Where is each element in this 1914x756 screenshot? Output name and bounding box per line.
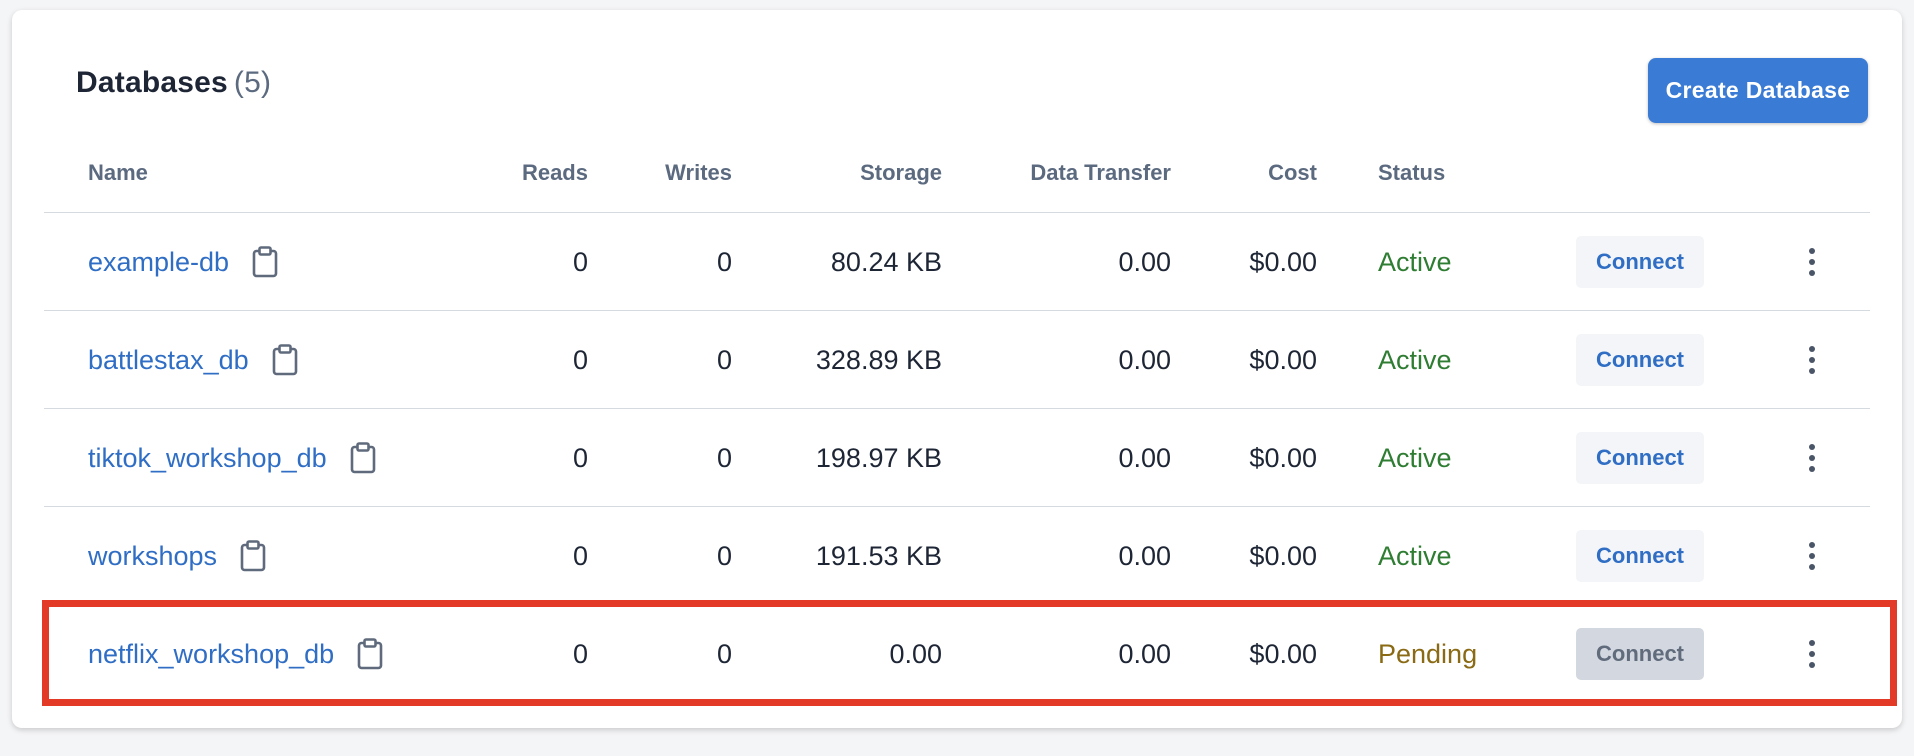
kebab-menu-icon[interactable] — [1800, 639, 1824, 669]
database-count: (5) — [233, 66, 272, 99]
database-name-link[interactable]: tiktok_workshop_db — [88, 409, 327, 507]
database-name-link[interactable]: battlestax_db — [88, 311, 249, 409]
storage-cell: 198.97 KB — [815, 443, 942, 473]
reads-cell: 0 — [572, 345, 588, 375]
reads-cell: 0 — [572, 443, 588, 473]
column-header-name[interactable]: Name — [88, 160, 148, 186]
reads-cell: 0 — [572, 639, 588, 669]
name-cell: battlestax_db — [88, 311, 299, 409]
table-row: battlestax_db 0 0 328.89 KB 0.00 $0.00 A… — [44, 311, 1870, 409]
database-name-link[interactable]: netflix_workshop_db — [88, 605, 334, 703]
name-cell: workshops — [88, 507, 267, 605]
name-cell: tiktok_workshop_db — [88, 409, 377, 507]
status-badge: Active — [1378, 247, 1452, 277]
writes-cell: 0 — [716, 443, 732, 473]
writes-cell: 0 — [716, 639, 732, 669]
connect-button[interactable]: Connect — [1576, 530, 1704, 582]
table-header: Name Reads Writes Storage Data Transfer … — [44, 140, 1870, 213]
cost-cell: $0.00 — [1249, 345, 1317, 375]
writes-cell: 0 — [716, 541, 732, 571]
clipboard-icon[interactable] — [271, 344, 299, 376]
name-cell: netflix_workshop_db — [88, 605, 384, 703]
table-row: workshops 0 0 191.53 KB 0.00 $0.00 Activ… — [44, 507, 1870, 605]
kebab-menu-icon[interactable] — [1800, 345, 1824, 375]
cost-cell: $0.00 — [1249, 443, 1317, 473]
database-name-link[interactable]: example-db — [88, 213, 229, 311]
cost-cell: $0.00 — [1249, 639, 1317, 669]
column-header-cost[interactable]: Cost — [1268, 160, 1317, 186]
connect-button[interactable]: Connect — [1576, 432, 1704, 484]
status-badge: Active — [1378, 345, 1452, 375]
column-header-storage[interactable]: Storage — [860, 160, 942, 186]
reads-cell: 0 — [572, 247, 588, 277]
data-transfer-cell: 0.00 — [1118, 345, 1171, 375]
status-badge: Active — [1378, 443, 1452, 473]
column-header-writes[interactable]: Writes — [665, 160, 732, 186]
databases-card: Databases (5) Create Database Name Reads … — [12, 10, 1902, 728]
column-header-data-transfer[interactable]: Data Transfer — [1030, 160, 1171, 186]
reads-cell: 0 — [572, 541, 588, 571]
writes-cell: 0 — [716, 247, 732, 277]
connect-button[interactable]: Connect — [1576, 628, 1704, 680]
table-row: example-db 0 0 80.24 KB 0.00 $0.00 Activ… — [44, 213, 1870, 311]
data-transfer-cell: 0.00 — [1118, 541, 1171, 571]
clipboard-icon[interactable] — [349, 442, 377, 474]
storage-cell: 80.24 KB — [830, 247, 942, 277]
data-transfer-cell: 0.00 — [1118, 247, 1171, 277]
page-title-text: Databases — [76, 66, 228, 99]
status-badge: Pending — [1378, 639, 1478, 669]
storage-cell: 0.00 — [889, 639, 942, 669]
create-database-button[interactable]: Create Database — [1648, 58, 1868, 123]
page-title: Databases (5) — [76, 66, 271, 100]
storage-cell: 191.53 KB — [815, 541, 942, 571]
table-row: tiktok_workshop_db 0 0 198.97 KB 0.00 $0… — [44, 409, 1870, 507]
connect-button[interactable]: Connect — [1576, 236, 1704, 288]
storage-cell: 328.89 KB — [815, 345, 942, 375]
data-transfer-cell: 0.00 — [1118, 443, 1171, 473]
column-header-reads[interactable]: Reads — [522, 160, 588, 186]
data-transfer-cell: 0.00 — [1118, 639, 1171, 669]
table-row: netflix_workshop_db 0 0 0.00 0.00 $0.00 … — [44, 605, 1870, 703]
clipboard-icon[interactable] — [356, 638, 384, 670]
column-header-status[interactable]: Status — [1378, 160, 1445, 186]
status-badge: Active — [1378, 541, 1452, 571]
connect-button[interactable]: Connect — [1576, 334, 1704, 386]
cost-cell: $0.00 — [1249, 247, 1317, 277]
database-name-link[interactable]: workshops — [88, 507, 217, 605]
kebab-menu-icon[interactable] — [1800, 443, 1824, 473]
kebab-menu-icon[interactable] — [1800, 247, 1824, 277]
clipboard-icon[interactable] — [239, 540, 267, 572]
clipboard-icon[interactable] — [251, 246, 279, 278]
name-cell: example-db — [88, 213, 279, 311]
kebab-menu-icon[interactable] — [1800, 541, 1824, 571]
cost-cell: $0.00 — [1249, 541, 1317, 571]
writes-cell: 0 — [716, 345, 732, 375]
